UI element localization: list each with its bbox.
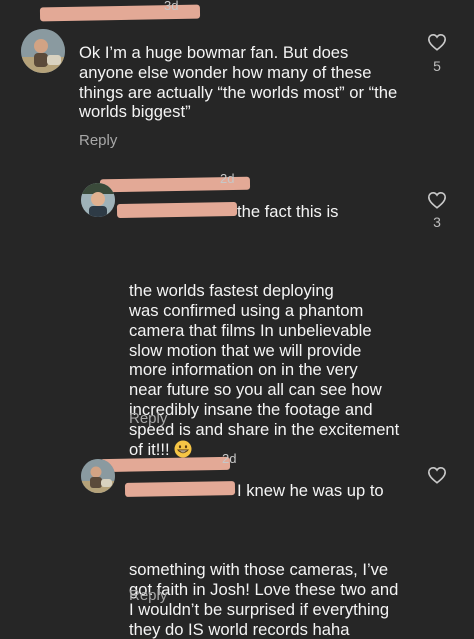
like-button[interactable] (425, 33, 449, 51)
avatar[interactable] (81, 183, 115, 217)
comment-text-rest: the worlds fastest deploying was confirm… (129, 281, 400, 459)
like-button[interactable] (425, 466, 449, 484)
heart-outline-icon (427, 33, 447, 51)
comment-time: 2d (220, 171, 235, 186)
like-count: 3 (433, 214, 441, 230)
like-button[interactable] (425, 191, 449, 209)
comment-time: 3d (164, 0, 179, 13)
comment-text: Ok I’m a huge bowmar fan. But does anyon… (79, 43, 398, 122)
avatar[interactable] (21, 29, 65, 73)
comment-1: 3d Ok I’m a huge bowmar fan. But does an… (0, 0, 474, 170)
comment-2: 2d the fact this is the worlds fastest d… (0, 170, 474, 459)
heart-outline-icon (427, 466, 447, 484)
reply-button[interactable]: Reply (129, 587, 167, 604)
comment-text: I knew he was up to something with those… (129, 481, 429, 639)
comment-time: 2d (222, 451, 237, 466)
comment-text: the fact this is the worlds fastest depl… (129, 202, 419, 459)
like-count: 5 (433, 58, 441, 74)
comment-3: 2d I knew he was up to something with th… (0, 450, 474, 639)
reply-button[interactable]: Reply (79, 132, 117, 149)
avatar[interactable] (81, 459, 115, 493)
reply-button[interactable]: Reply (129, 410, 167, 427)
comment-text-start: the fact this is (237, 202, 339, 221)
comment-text-start: I knew he was up to (237, 481, 384, 500)
redacted-username (99, 456, 231, 473)
heart-outline-icon (427, 191, 447, 209)
